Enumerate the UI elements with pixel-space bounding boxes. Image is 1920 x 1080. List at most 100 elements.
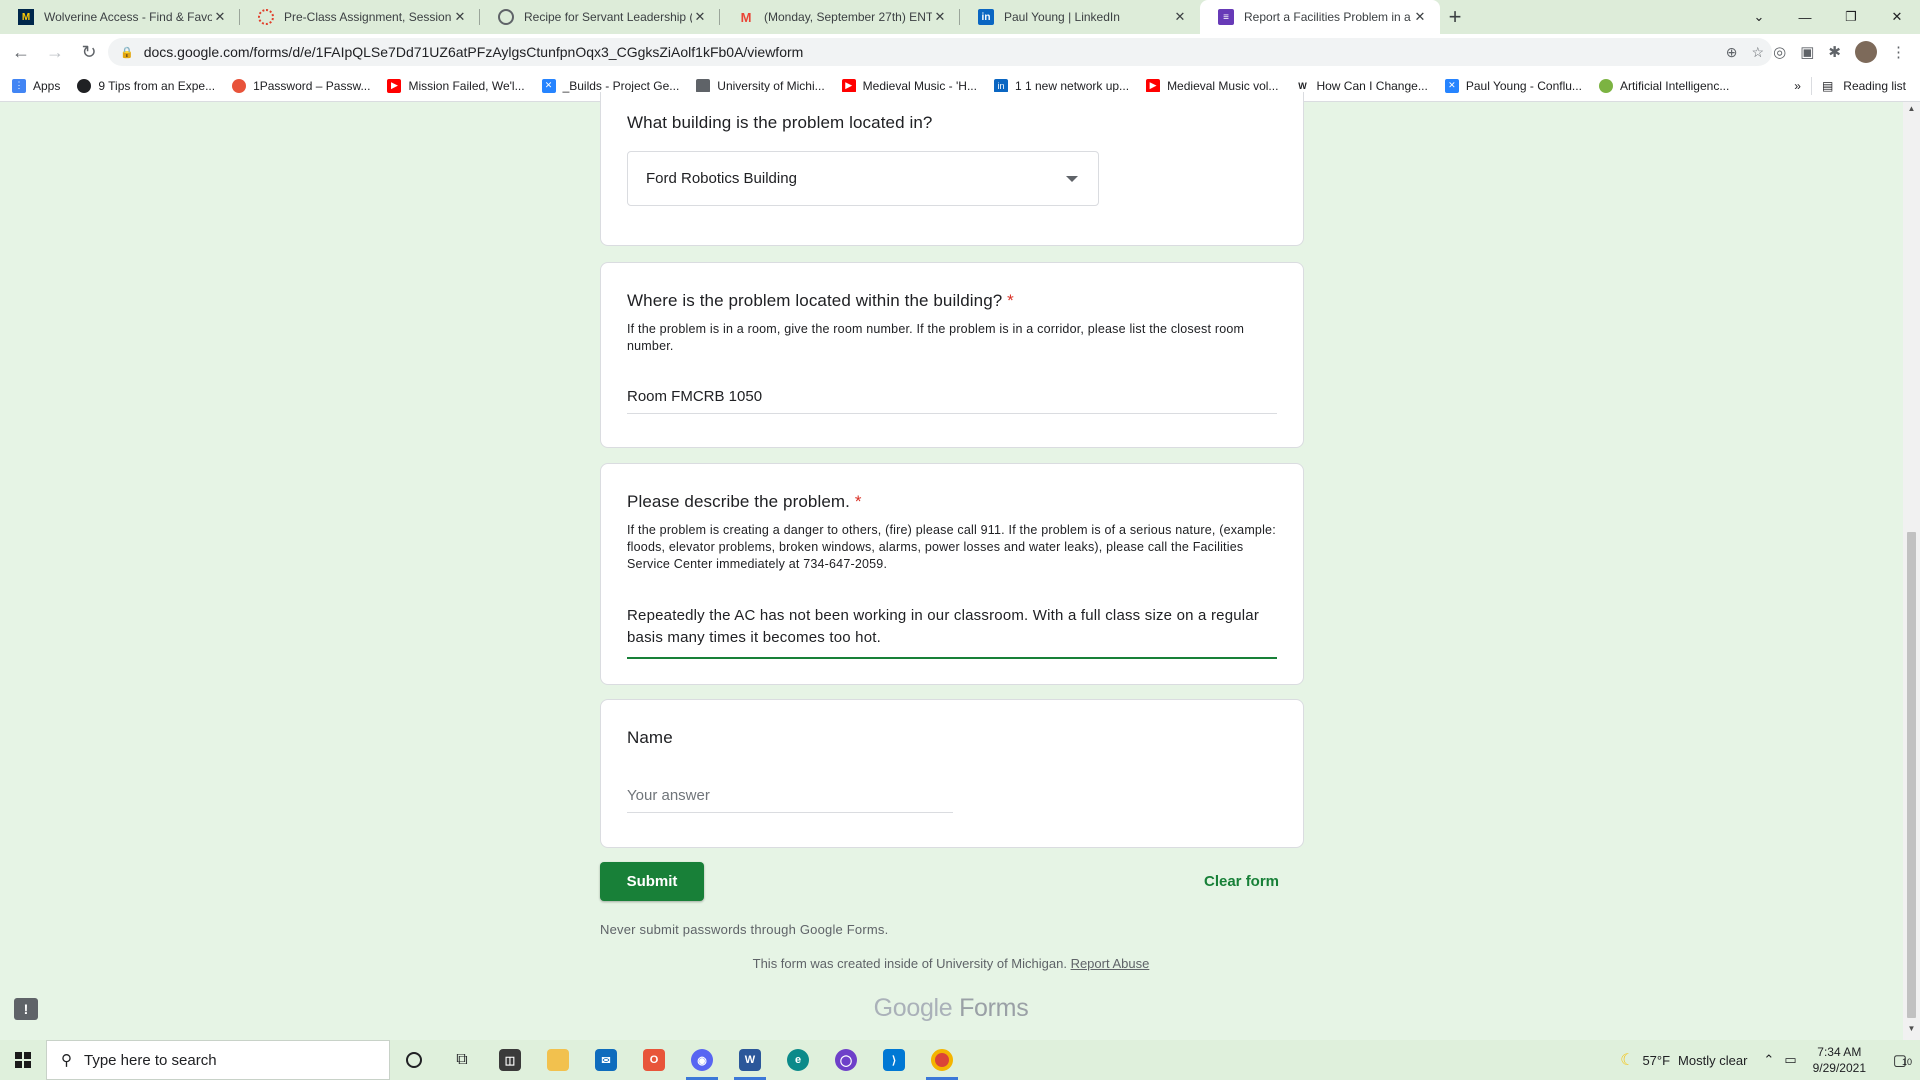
scroll-up-arrow-icon[interactable]: ▲ bbox=[1903, 104, 1920, 118]
tab-title: (Monday, September 27th) ENTR bbox=[764, 10, 932, 24]
wikipedia-icon: W bbox=[1295, 78, 1310, 93]
bookmark-item[interactable]: ▶ Medieval Music vol... bbox=[1146, 78, 1278, 93]
task-view-icon[interactable]: ⧉ bbox=[438, 1040, 486, 1080]
box-icon bbox=[696, 78, 711, 93]
bookmark-item[interactable]: 9 Tips from an Expe... bbox=[77, 78, 215, 93]
name-input[interactable]: Your answer bbox=[627, 787, 953, 813]
tab-linkedin[interactable]: in Paul Young | LinkedIn ✕ bbox=[960, 0, 1200, 34]
chrome-icon[interactable] bbox=[918, 1040, 966, 1080]
bookmark-item[interactable]: University of Michi... bbox=[696, 78, 825, 93]
tray-chevron-icon[interactable]: ⌃ bbox=[1763, 1052, 1774, 1068]
close-icon[interactable]: ✕ bbox=[452, 9, 468, 25]
close-window-button[interactable]: ✕ bbox=[1874, 0, 1920, 34]
close-icon[interactable]: ✕ bbox=[692, 9, 708, 25]
canvas-icon bbox=[258, 9, 274, 25]
file-explorer-icon[interactable] bbox=[534, 1040, 582, 1080]
taskbar-clock[interactable]: 7:34 AM 9/29/2021 bbox=[1813, 1044, 1866, 1076]
required-asterisk: * bbox=[854, 492, 862, 511]
youtube-icon: ▶ bbox=[387, 78, 402, 93]
extension-icon[interactable]: ◎ bbox=[1773, 43, 1786, 61]
address-bar[interactable]: 🔒 docs.google.com/forms/d/e/1FAIpQLSe7Dd… bbox=[108, 38, 1772, 66]
edge-icon[interactable]: e bbox=[774, 1040, 822, 1080]
profile-avatar[interactable] bbox=[1855, 41, 1877, 63]
screencast-icon[interactable]: ▣ bbox=[1800, 43, 1814, 61]
notification-count: 10 bbox=[1902, 1057, 1913, 1067]
vscode-icon[interactable]: ⟩ bbox=[870, 1040, 918, 1080]
lock-icon: 🔒 bbox=[120, 46, 134, 59]
puzzle-extensions-icon[interactable]: ✱ bbox=[1828, 43, 1841, 61]
tab-search-icon[interactable]: ⌄ bbox=[1736, 0, 1782, 34]
weather-condition[interactable]: Mostly clear bbox=[1678, 1053, 1747, 1068]
building-dropdown[interactable]: Ford Robotics Building bbox=[627, 151, 1099, 206]
question-title: Please describe the problem. * bbox=[627, 492, 862, 511]
close-icon[interactable]: ✕ bbox=[1172, 9, 1188, 25]
tab-pre-class-assignment[interactable]: Pre-Class Assignment, Session 3: ✕ bbox=[240, 0, 480, 34]
bookmark-item[interactable]: Artificial Intelligenc... bbox=[1598, 78, 1729, 93]
leaf-icon bbox=[1598, 78, 1613, 93]
bookmark-item[interactable]: W How Can I Change... bbox=[1295, 78, 1428, 93]
close-icon[interactable]: ✕ bbox=[932, 9, 948, 25]
youtube-icon: ▶ bbox=[841, 78, 856, 93]
location-answer-input[interactable]: Room FMCRB 1050 bbox=[627, 388, 1277, 414]
bookmark-apps[interactable]: ⋮ Apps bbox=[12, 78, 60, 93]
bookmark-item[interactable]: ✕ Paul Young - Conflu... bbox=[1444, 78, 1582, 93]
back-button[interactable]: ← bbox=[4, 35, 38, 69]
battery-icon[interactable]: ▭ bbox=[1784, 1052, 1796, 1068]
question-description: If the problem is in a room, give the ro… bbox=[627, 322, 1245, 353]
cortana-icon[interactable] bbox=[390, 1040, 438, 1080]
password-warning: Never submit passwords through Google Fo… bbox=[600, 922, 889, 937]
bookmark-item[interactable]: in 1 1 new network up... bbox=[993, 78, 1129, 93]
page-scrollbar[interactable]: ▲ ▼ bbox=[1903, 102, 1920, 1040]
extensions-area: ◎ ▣ ✱ ⋮ bbox=[1773, 34, 1906, 70]
scroll-down-arrow-icon[interactable]: ▼ bbox=[1903, 1024, 1920, 1038]
bookmark-star-icon[interactable]: ☆ bbox=[1751, 44, 1764, 61]
confluence-icon: ✕ bbox=[1444, 78, 1459, 93]
new-tab-button[interactable]: + bbox=[1440, 0, 1470, 34]
store-icon[interactable]: ◫ bbox=[486, 1040, 534, 1080]
report-abuse-link[interactable]: Report Abuse bbox=[1071, 956, 1150, 971]
reading-list-button[interactable]: Reading list bbox=[1843, 79, 1906, 93]
1password-icon bbox=[232, 78, 247, 93]
close-icon[interactable]: ✕ bbox=[212, 9, 228, 25]
word-icon[interactable]: W bbox=[726, 1040, 774, 1080]
scrollbar-thumb[interactable] bbox=[1907, 532, 1916, 1018]
discord-icon[interactable]: ◉ bbox=[678, 1040, 726, 1080]
reload-button[interactable]: ↻ bbox=[72, 35, 106, 69]
restore-button[interactable]: ❐ bbox=[1828, 0, 1874, 34]
feedback-icon[interactable]: ! bbox=[14, 998, 38, 1020]
submit-button[interactable]: Submit bbox=[600, 862, 704, 901]
dropdown-selected-value: Ford Robotics Building bbox=[646, 170, 797, 187]
minimize-button[interactable]: — bbox=[1782, 0, 1828, 34]
google-forms-icon: ≡ bbox=[1218, 9, 1234, 25]
tab-title: Paul Young | LinkedIn bbox=[1004, 10, 1120, 24]
bookmark-item[interactable]: ▶ Medieval Music - 'H... bbox=[841, 78, 977, 93]
github-desktop-icon[interactable]: ◯ bbox=[822, 1040, 870, 1080]
reading-list-icon: ▤ bbox=[1821, 79, 1834, 93]
tab-servant-leadership[interactable]: Recipe for Servant Leadership (Be ✕ bbox=[480, 0, 720, 34]
menu-kebab-icon[interactable]: ⋮ bbox=[1891, 43, 1906, 61]
mail-icon[interactable]: ✉ bbox=[582, 1040, 630, 1080]
url-text: docs.google.com/forms/d/e/1FAIpQLSe7Dd71… bbox=[143, 44, 804, 60]
bookmark-item[interactable]: 1Password – Passw... bbox=[232, 78, 370, 93]
zoom-icon[interactable]: ⊕ bbox=[1726, 44, 1738, 61]
tab-wolverine-access[interactable]: M Wolverine Access - Find & Favori ✕ bbox=[0, 0, 240, 34]
tab-report-facilities[interactable]: ≡ Report a Facilities Problem in a C ✕ bbox=[1200, 0, 1440, 34]
taskbar-search-box[interactable]: ⚲ Type here to search bbox=[46, 1040, 390, 1080]
office-icon[interactable]: O bbox=[630, 1040, 678, 1080]
tab-gmail[interactable]: M (Monday, September 27th) ENTR ✕ bbox=[720, 0, 960, 34]
question-title: Name bbox=[627, 728, 673, 747]
problem-description-textarea[interactable]: Repeatedly the AC has not been working i… bbox=[627, 605, 1277, 659]
linkedin-icon: in bbox=[978, 9, 994, 25]
start-button[interactable] bbox=[0, 1040, 46, 1080]
youtube-icon: ▶ bbox=[1146, 78, 1161, 93]
bookmark-item[interactable]: ✕ _Builds - Project Ge... bbox=[541, 78, 679, 93]
notification-center-icon[interactable]: ▢ 10 bbox=[1880, 1051, 1920, 1069]
close-icon[interactable]: ✕ bbox=[1412, 9, 1428, 25]
linkedin-icon: in bbox=[993, 78, 1008, 93]
forward-button[interactable]: → bbox=[38, 35, 72, 69]
more-bookmarks-button[interactable]: » bbox=[1794, 79, 1801, 93]
weather-temperature[interactable]: 57°F bbox=[1642, 1053, 1670, 1068]
bookmark-item[interactable]: ▶ Mission Failed, We'l... bbox=[387, 78, 525, 93]
clear-form-button[interactable]: Clear form bbox=[1204, 862, 1279, 901]
required-asterisk: * bbox=[1007, 291, 1014, 310]
